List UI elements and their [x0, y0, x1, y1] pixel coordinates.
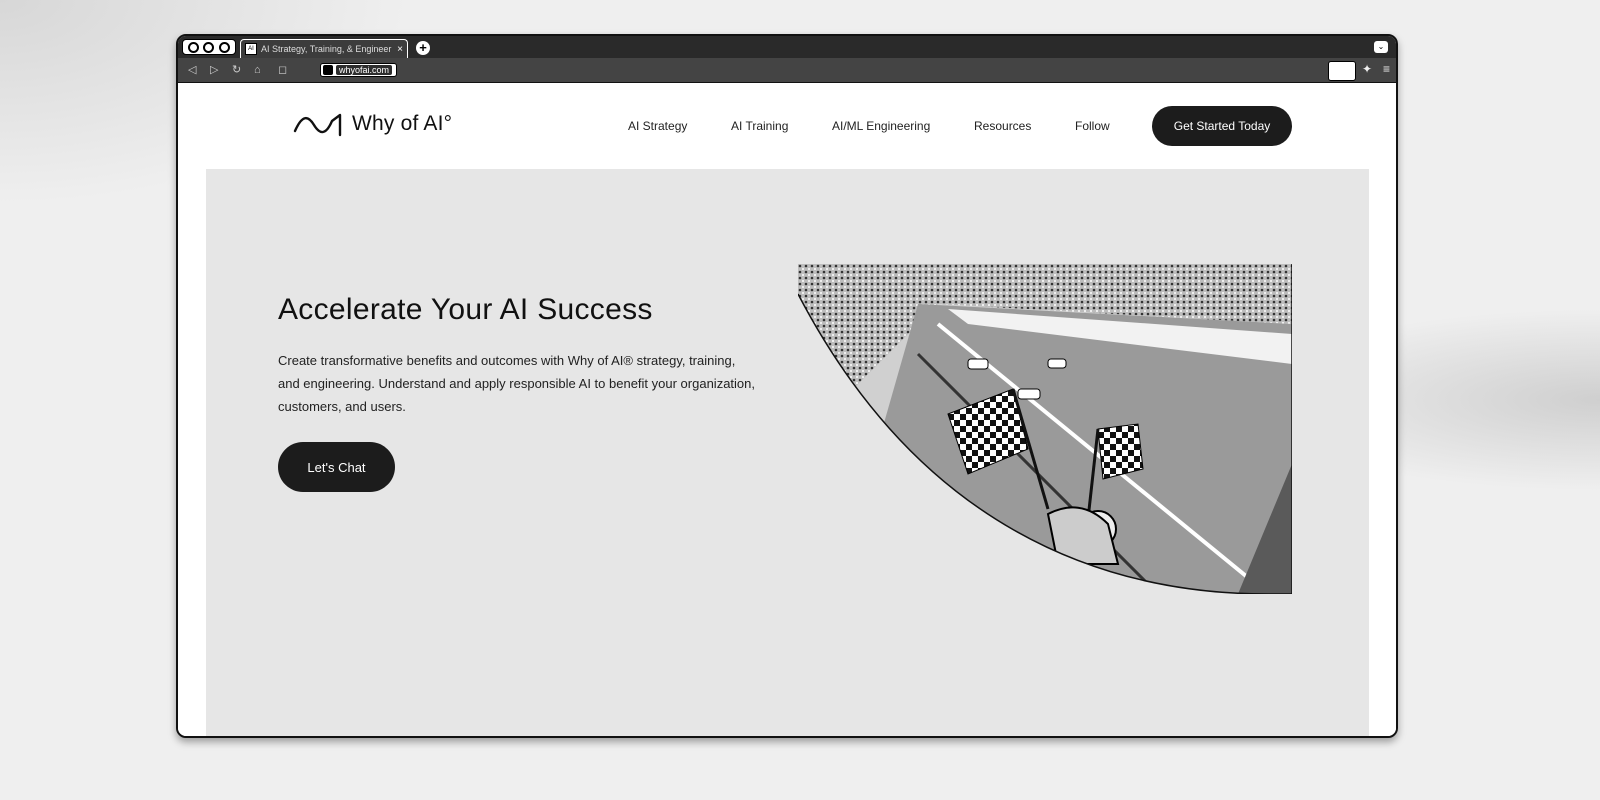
maximize-window-icon[interactable] [218, 41, 230, 53]
nav-ai-ml-engineering[interactable]: AI/ML Engineering [832, 119, 930, 133]
browser-toolbar: ◁ ▷ ↻ ⌂ ◻ whyofai.com ✦ ≡ [178, 58, 1396, 83]
nav-follow[interactable]: Follow [1075, 119, 1110, 133]
hero-description: Create transformative benefits and outco… [278, 353, 755, 414]
close-window-icon[interactable] [188, 41, 200, 53]
hero-section: Accelerate Your AI Success Create transf… [206, 169, 1369, 736]
home-icon[interactable]: ⌂ [254, 62, 261, 78]
tab-bar: AI AI Strategy, Training, & Engineer × +… [178, 36, 1396, 58]
extensions-icon[interactable]: ✦ [1362, 62, 1372, 76]
window-controls[interactable] [182, 39, 236, 55]
get-started-button[interactable]: Get Started Today [1152, 106, 1292, 146]
wave-logo-icon [293, 113, 342, 137]
url-domain: whyofai.com [336, 65, 393, 75]
lets-chat-button[interactable]: Let's Chat [278, 442, 395, 492]
site-header: Why of AI° AI Strategy AI Training AI/ML… [178, 83, 1396, 169]
browser-window: AI AI Strategy, Training, & Engineer × +… [176, 34, 1398, 738]
forward-icon[interactable]: ▷ [210, 62, 218, 78]
menu-icon[interactable]: ≡ [1383, 62, 1390, 76]
lock-icon [323, 65, 333, 75]
new-tab-icon[interactable]: + [416, 41, 430, 55]
nav-ai-strategy[interactable]: AI Strategy [628, 119, 687, 133]
browser-tab[interactable]: AI AI Strategy, Training, & Engineer × [240, 39, 408, 58]
racing-hero-image [798, 264, 1292, 594]
hero-title: Accelerate Your AI Success [278, 293, 653, 326]
address-bar[interactable]: whyofai.com [320, 63, 398, 77]
tab-list-icon[interactable]: ⌄ [1374, 41, 1388, 53]
logo-text: Why of AI° [352, 112, 453, 135]
nav-ai-training[interactable]: AI Training [731, 119, 788, 133]
web-page: Why of AI° AI Strategy AI Training AI/ML… [178, 83, 1396, 736]
close-tab-icon[interactable]: × [397, 44, 403, 55]
site-logo[interactable]: Why of AI° [292, 109, 452, 139]
tab-title: AI Strategy, Training, & Engineer [261, 44, 392, 54]
bookmark-icon[interactable]: ◻ [278, 62, 287, 78]
back-icon[interactable]: ◁ [188, 62, 196, 78]
shield-extension-icon[interactable] [1328, 61, 1356, 81]
nav-resources[interactable]: Resources [974, 119, 1031, 133]
favicon-icon: AI [245, 43, 257, 55]
reload-icon[interactable]: ↻ [232, 62, 241, 78]
minimize-window-icon[interactable] [203, 41, 215, 53]
